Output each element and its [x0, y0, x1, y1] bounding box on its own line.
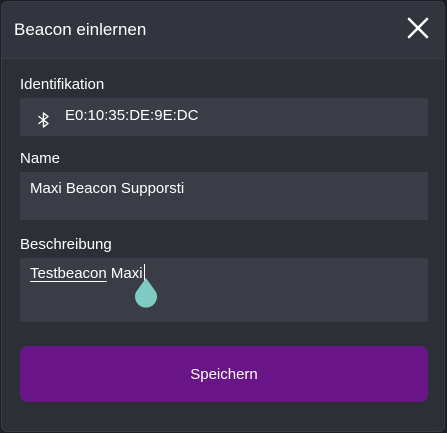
bluetooth-icon [38, 112, 49, 128]
save-button[interactable]: Speichern [20, 346, 428, 402]
name-input[interactable]: Maxi Beacon Supporsti [20, 172, 428, 220]
dialog-title: Beacon einlernen [14, 20, 147, 39]
close-icon [407, 17, 429, 39]
description-input[interactable]: Testbeacon Maxi [20, 258, 428, 322]
close-button[interactable] [406, 16, 430, 40]
dialog-header: Beacon einlernen [2, 2, 444, 59]
spellcheck-word: Testbeacon [30, 265, 107, 282]
name-value: Maxi Beacon Supporsti [30, 180, 185, 197]
identification-label: Identifikation [20, 76, 105, 93]
description-value: Testbeacon Maxi [30, 264, 146, 282]
identification-value: E0:10:35:DE:9E:DC [65, 107, 199, 124]
beacon-dialog: Beacon einlernen Identifikation E0:10:35… [1, 1, 445, 432]
identification-field: E0:10:35:DE:9E:DC [20, 98, 428, 136]
description-label: Beschreibung [20, 236, 112, 253]
name-label: Name [20, 150, 61, 167]
cursor-handle-icon[interactable] [132, 278, 160, 312]
